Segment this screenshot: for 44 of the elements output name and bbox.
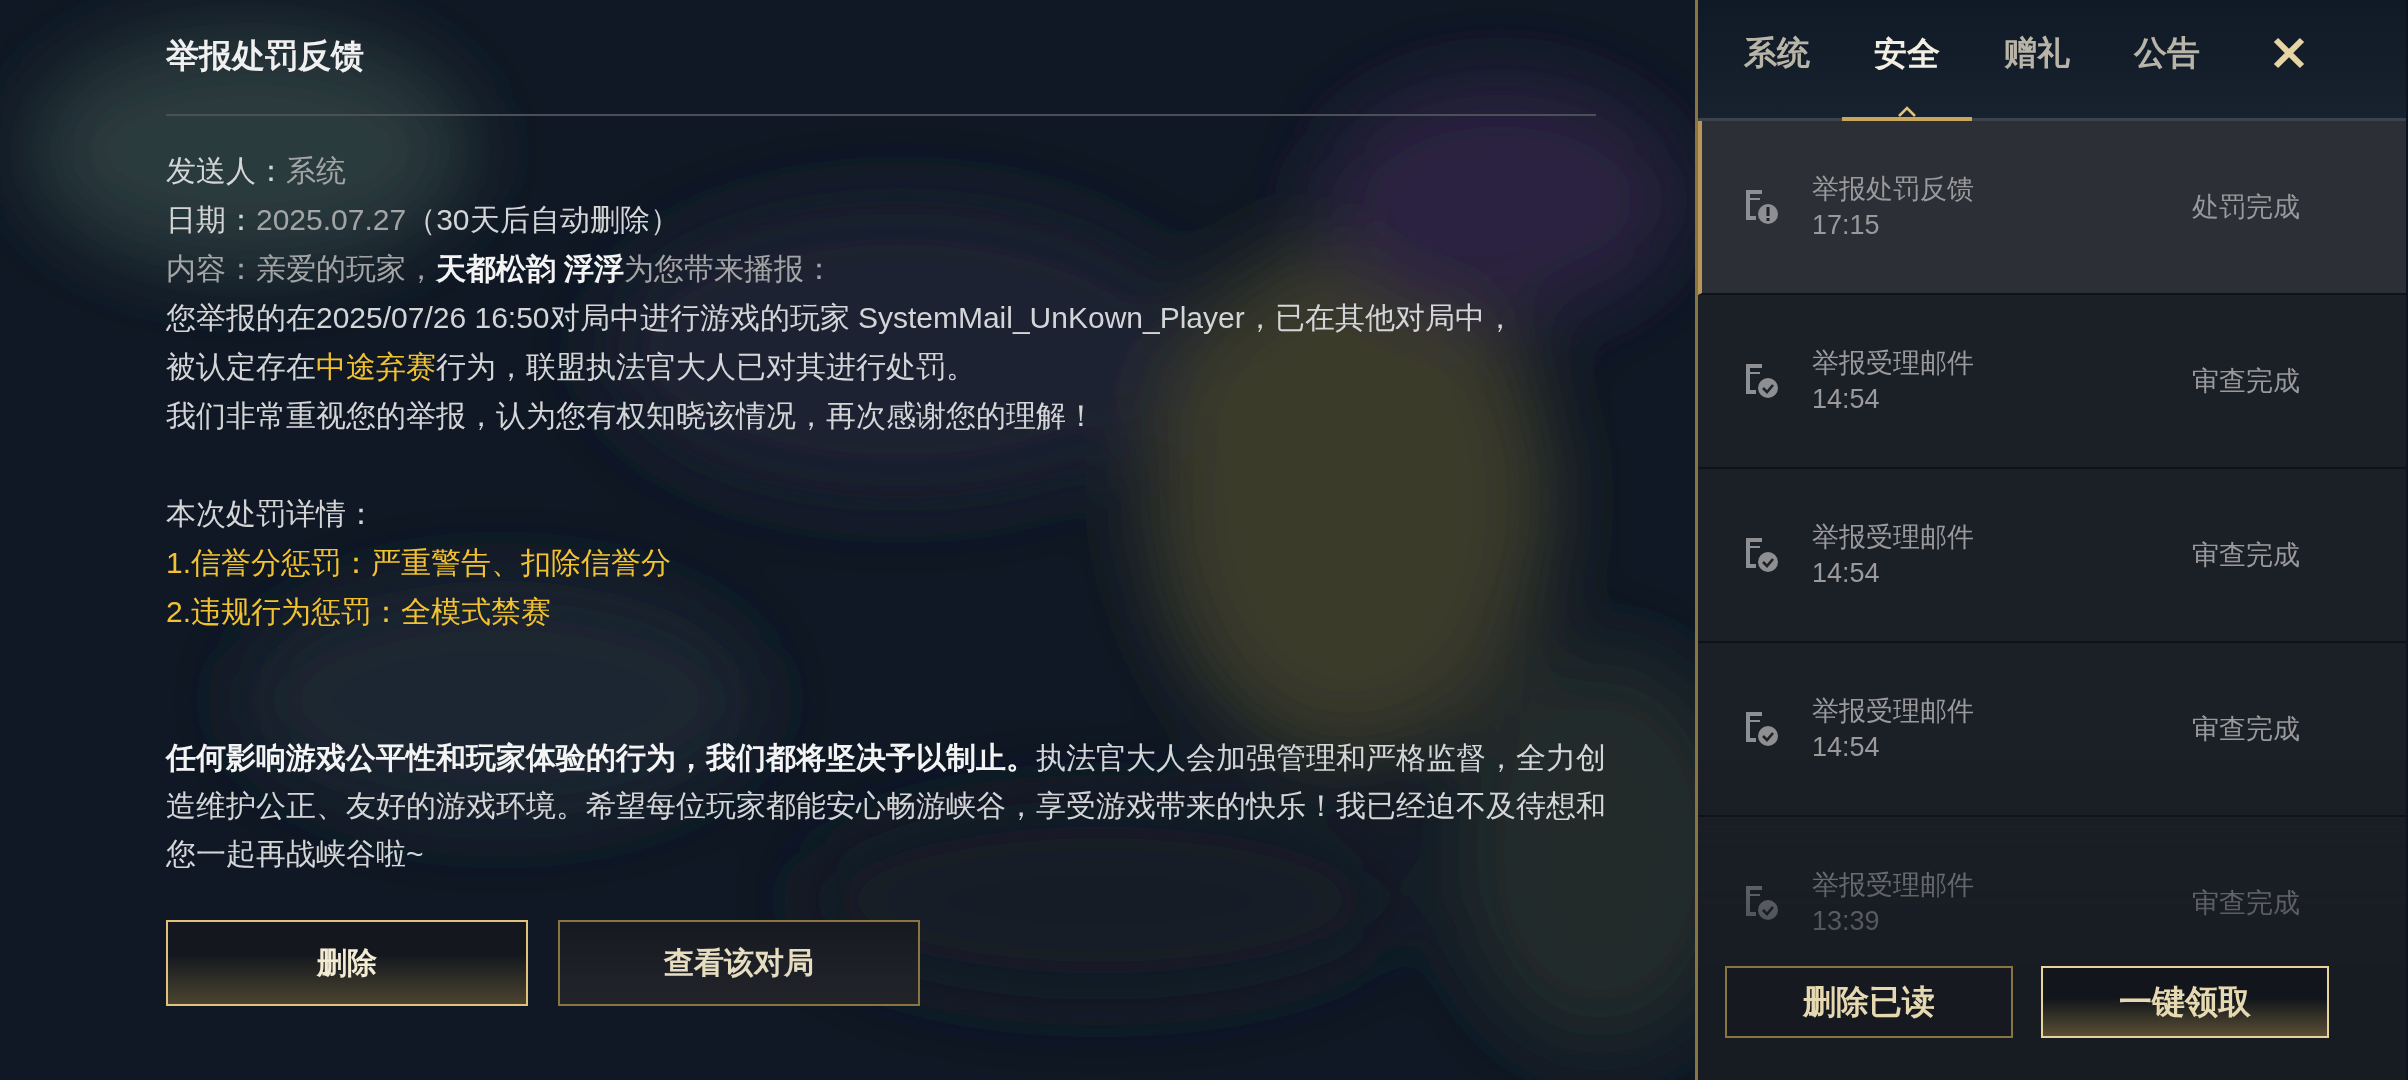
mail-list-item[interactable]: 举报受理邮件 14:54 审查完成 [1698, 643, 2406, 817]
mail-text-line: 您举报的在2025/07/26 16:50对局中进行游戏的玩家 SystemMail_UnKown_Player，已在其他对局中， [166, 300, 1516, 336]
mail-check-icon [1744, 362, 1780, 400]
mail-item-status: 审查完成 [2192, 539, 2300, 572]
mail-text-line: 被认定存在中途弃赛行为，联盟执法官大人已对其进行处罚。 [166, 349, 977, 385]
mail-item-title: 举报受理邮件 [1812, 869, 1975, 902]
mail-tab[interactable]: 赠礼 [1972, 0, 2102, 118]
mail-check-icon [1744, 884, 1780, 922]
mail-item-status: 审查完成 [2192, 365, 2300, 398]
mail-list-item[interactable]: 举报受理邮件 14:54 审查完成 [1698, 469, 2406, 643]
mail-item-title: 举报受理邮件 [1812, 347, 1975, 380]
mail-text-line: 日期：2025.07.27（30天后自动删除） [166, 202, 681, 238]
mail-check-icon [1744, 536, 1780, 574]
mail-item-status: 审查完成 [2192, 887, 2300, 920]
penalty-item: 1.信誉分惩罚：严重警告、扣除信誉分 [166, 545, 673, 581]
mail-item-time: 14:54 [1812, 731, 1881, 764]
mail-tab[interactable]: 公告 [2102, 0, 2232, 118]
mail-check-icon [1744, 710, 1780, 748]
mail-alert-icon [1744, 188, 1780, 226]
closing-paragraph: 任何影响游戏公平性和玩家体验的行为，我们都将坚决予以制止。执法官大人会加强管理和严格监督，全力创造维护公正、友好的游戏环境。希望每位玩家都能安心畅游峡谷，享受游戏带来的快乐！我已经迫不及待想和您一起再战峡谷啦~ [166, 740, 1607, 872]
delete-button[interactable]: 删除 [166, 920, 528, 1006]
mail-item-title: 举报处罚反馈 [1812, 173, 1975, 206]
mail-item-status: 审查完成 [2192, 713, 2300, 746]
penalty-heading: 本次处罚详情： [166, 496, 377, 532]
close-icon [2272, 36, 2306, 70]
mail-item-time: 17:15 [1812, 209, 1881, 242]
mail-list-item[interactable]: 举报受理邮件 14:54 审查完成 [1698, 295, 2406, 469]
mail-title: 举报处罚反馈 [166, 36, 365, 76]
mail-item-status: 处罚完成 [2192, 191, 2300, 224]
mail-text-line: 发送人：系统 [166, 153, 347, 189]
mail-list-item[interactable]: 举报处罚反馈 17:15 处罚完成 [1698, 121, 2406, 295]
delete-read-button[interactable]: 删除已读 [1725, 966, 2013, 1038]
view-match-button[interactable]: 查看该对局 [558, 920, 920, 1006]
mail-item-title: 举报受理邮件 [1812, 521, 1975, 554]
mail-tab[interactable]: 系统 [1712, 0, 1842, 118]
mail-item-time: 14:54 [1812, 557, 1881, 590]
caret-icon [1897, 105, 1917, 117]
claim-all-button[interactable]: 一键领取 [2041, 966, 2329, 1038]
mail-text-line: 我们非常重视您的举报，认为您有权知晓该情况，再次感谢您的理解！ [166, 398, 1097, 434]
mail-item-title: 举报受理邮件 [1812, 695, 1975, 728]
penalty-item: 2.违规行为惩罚：全模式禁赛 [166, 594, 553, 630]
mail-item-time: 13:39 [1812, 905, 1881, 938]
mail-item-time: 14:54 [1812, 383, 1881, 416]
mail-text-line: 内容：亲爱的玩家，天都松韵 浮浮为您带来播报： [166, 251, 836, 287]
